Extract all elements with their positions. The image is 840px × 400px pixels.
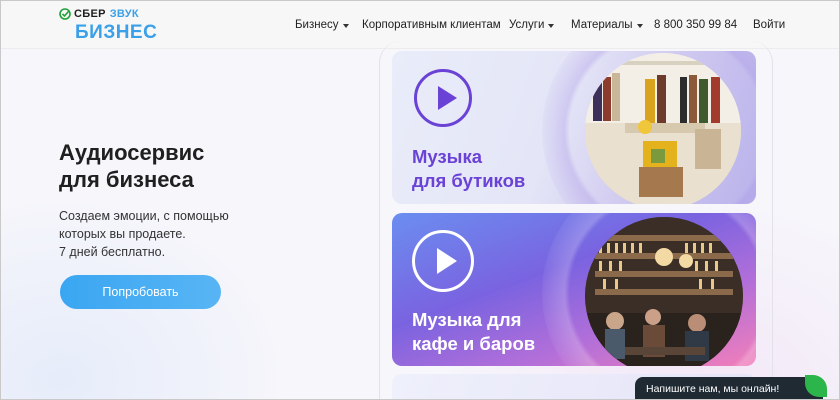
hero-title-line: Аудиосервис [59, 140, 205, 165]
phone-number: 8 800 350 99 84 [654, 19, 738, 31]
logo-top-row: СБЕР ЗВУК [59, 7, 139, 21]
cafe-illustration [585, 217, 743, 366]
boutique-photo [585, 53, 741, 204]
hero-subtitle: Создаем эмоции, с помощью которых вы про… [59, 207, 279, 261]
nav-item-services[interactable]: Услуги [509, 19, 555, 31]
boutique-illustration [585, 53, 741, 204]
hero-subtitle-line: Создаем эмоции, с помощью [59, 209, 229, 223]
browser-viewport: СБЕР ЗВУК БИЗНЕС Бизнесу Корпоративным к… [0, 0, 840, 400]
card-title-line: для бутиков [412, 170, 526, 191]
nav-item-label: Услуги [509, 19, 545, 31]
cafe-photo [585, 217, 743, 366]
nav-item-corporate[interactable]: Корпоративным клиентам [362, 19, 501, 31]
card-title: Музыка для бутиков [412, 145, 582, 193]
chevron-down-icon [342, 23, 349, 28]
login-link[interactable]: Войти [753, 19, 785, 31]
nav-item-business[interactable]: Бизнесу [295, 19, 349, 31]
play-triangle [438, 86, 457, 110]
card-title: Музыка для кафе и баров [412, 308, 582, 356]
nav-item-materials[interactable]: Материалы [571, 19, 643, 31]
card-title-line: кафе и баров [412, 333, 536, 354]
play-icon[interactable] [414, 69, 472, 127]
cafe-music-card[interactable]: Музыка для кафе и баров [392, 213, 756, 366]
logo-zvuk-text: ЗВУК [109, 8, 139, 20]
hero-title: Аудиосервис для бизнеса [59, 139, 279, 193]
login-label: Войти [753, 19, 786, 31]
nav-item-label: Корпоративным клиентам [362, 19, 501, 31]
hero-title-line: для бизнеса [59, 167, 194, 192]
chevron-down-icon [636, 23, 643, 28]
chevron-down-icon [548, 23, 555, 28]
boutique-music-card[interactable]: Музыка для бутиков [392, 51, 756, 204]
nav-item-label: Бизнесу [295, 19, 339, 31]
hero-subtitle-line: которых вы продаете. [59, 227, 186, 241]
chat-label: Напишите нам, мы онлайн! [646, 383, 780, 395]
card-title-line: Музыка [412, 146, 482, 167]
chat-widget[interactable]: Напишите нам, мы онлайн! [635, 375, 827, 399]
card-title-line: Музыка для [412, 309, 522, 330]
site-logo[interactable]: СБЕР ЗВУК БИЗНЕС [59, 7, 169, 45]
nav-item-label: Материалы [571, 19, 633, 31]
logo-business-text: БИЗНЕС [75, 22, 158, 43]
play-triangle [437, 248, 457, 274]
try-button[interactable]: Попробовать [60, 275, 221, 309]
sber-logo-icon [59, 8, 71, 20]
hero-subtitle-line: 7 дней бесплатно. [59, 245, 166, 259]
logo-sber-text: СБЕР [74, 8, 106, 20]
play-icon[interactable] [412, 230, 474, 292]
phone-link[interactable]: 8 800 350 99 84 [654, 19, 737, 31]
